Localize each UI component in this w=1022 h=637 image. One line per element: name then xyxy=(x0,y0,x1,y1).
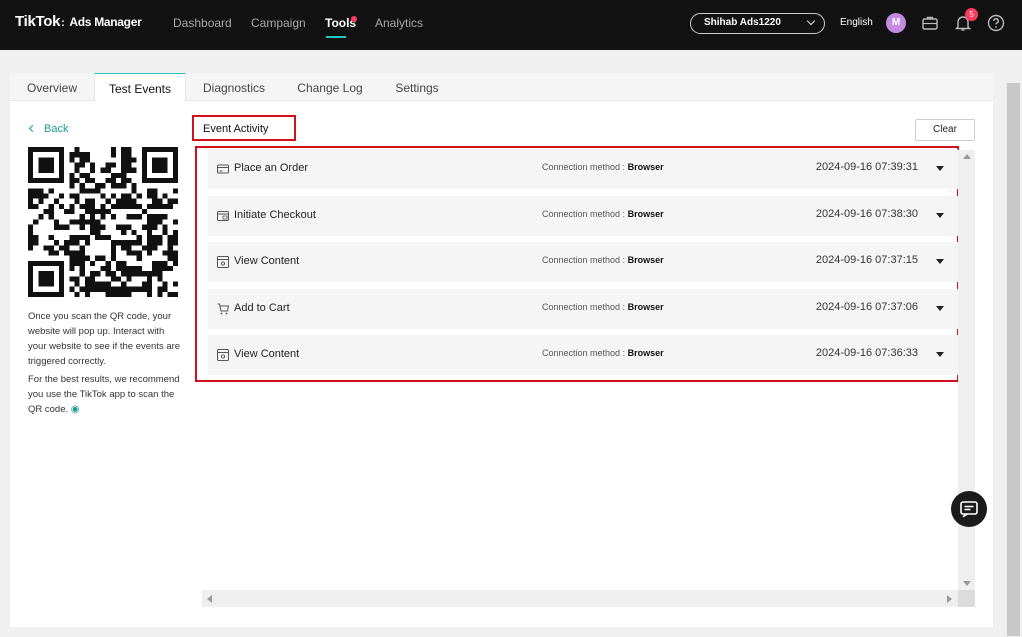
caret-down-icon[interactable] xyxy=(936,306,944,311)
caret-down-icon[interactable] xyxy=(936,213,944,218)
caret-down-icon[interactable] xyxy=(936,352,944,357)
qr-recommend-text: For the best results, we recommend you u… xyxy=(28,374,180,415)
event-timestamp: 2024-09-16 07:37:06 xyxy=(815,301,918,313)
scroll-down-arrow-icon[interactable] xyxy=(963,581,971,586)
event-row[interactable]: Initiate Checkout Connection method : Br… xyxy=(208,196,958,236)
back-link[interactable]: Back xyxy=(28,123,69,135)
chat-support-button[interactable] xyxy=(951,491,987,527)
back-label: Back xyxy=(44,123,69,135)
logo-product: Ads Manager xyxy=(69,15,142,29)
event-timestamp: 2024-09-16 07:38:30 xyxy=(815,208,918,220)
tab-bar: Overview Test Events Diagnostics Change … xyxy=(10,73,993,102)
event-timestamp: 2024-09-16 07:37:15 xyxy=(815,254,918,266)
qr-instructions: Once you scan the QR code, your website … xyxy=(28,309,183,420)
event-name: View Content xyxy=(234,348,300,360)
connection-method: Connection method : Browser xyxy=(542,302,664,312)
cart-icon xyxy=(217,303,229,315)
scroll-up-arrow-icon[interactable] xyxy=(963,154,971,159)
language-selector[interactable]: English xyxy=(840,17,873,28)
tab-overview[interactable]: Overview xyxy=(10,73,94,101)
nav-active-indicator xyxy=(326,36,346,38)
event-row[interactable]: Place an Order Connection method : Brows… xyxy=(208,149,958,189)
event-list: Place an Order Connection method : Brows… xyxy=(195,146,959,382)
top-navigation-bar: TikTok: Ads Manager Dashboard Campaign T… xyxy=(0,0,1022,50)
connection-method: Connection method : Browser xyxy=(542,255,664,265)
event-name: View Content xyxy=(234,255,300,267)
caret-down-icon[interactable] xyxy=(936,259,944,264)
event-list-horizontal-scrollbar[interactable] xyxy=(202,590,958,607)
tiktok-ads-manager-logo[interactable]: TikTok: Ads Manager xyxy=(15,13,142,30)
test-events-card: Overview Test Events Diagnostics Change … xyxy=(10,73,993,627)
clear-button[interactable]: Clear xyxy=(915,119,975,141)
logo-separator: : xyxy=(61,17,65,29)
avatar[interactable]: M xyxy=(886,13,906,33)
event-activity-title: Event Activity xyxy=(192,115,296,141)
card-icon xyxy=(217,164,229,174)
checkout-icon xyxy=(217,211,229,221)
scrollbar-corner xyxy=(958,590,975,607)
event-name: Initiate Checkout xyxy=(234,209,316,221)
tab-settings[interactable]: Settings xyxy=(378,73,456,101)
window-scrollbar[interactable] xyxy=(1005,50,1022,637)
chat-icon xyxy=(960,501,978,518)
connection-method: Connection method : Browser xyxy=(542,162,664,172)
event-row[interactable]: Add to Cart Connection method : Browser … xyxy=(208,289,958,329)
chevron-down-icon xyxy=(806,16,816,26)
event-name: Add to Cart xyxy=(234,302,290,314)
account-selector[interactable]: Shihab Ads1220 xyxy=(690,13,825,34)
event-name: Place an Order xyxy=(234,162,308,174)
qr-instructions-recommend: For the best results, we recommend you u… xyxy=(28,372,183,417)
account-name: Shihab Ads1220 xyxy=(704,17,781,28)
nav-campaign[interactable]: Campaign xyxy=(251,16,306,30)
qr-code xyxy=(28,147,178,297)
event-row[interactable]: View Content Connection method : Browser… xyxy=(208,242,958,282)
qr-instructions-scan: Once you scan the QR code, your website … xyxy=(28,311,181,367)
logo-brand: TikTok xyxy=(15,13,61,30)
tab-change-log[interactable]: Change Log xyxy=(282,73,378,101)
eye-icon[interactable]: ◉ xyxy=(71,404,80,415)
view-content-icon xyxy=(217,256,229,268)
tab-diagnostics[interactable]: Diagnostics xyxy=(186,73,282,101)
nav-analytics[interactable]: Analytics xyxy=(375,16,423,30)
chevron-left-icon xyxy=(28,124,37,133)
nav-dashboard[interactable]: Dashboard xyxy=(173,16,232,30)
notification-badge: 5 xyxy=(965,8,978,21)
connection-method: Connection method : Browser xyxy=(542,348,664,358)
connection-method: Connection method : Browser xyxy=(542,209,664,219)
tools-notification-dot xyxy=(351,16,357,22)
caret-down-icon[interactable] xyxy=(936,166,944,171)
event-row[interactable]: View Content Connection method : Browser… xyxy=(208,335,958,375)
briefcase-icon[interactable] xyxy=(921,14,939,32)
event-timestamp: 2024-09-16 07:39:31 xyxy=(815,161,918,173)
scroll-right-arrow-icon[interactable] xyxy=(947,595,952,603)
view-content-icon xyxy=(217,349,229,361)
window-scrollbar-thumb[interactable] xyxy=(1007,83,1020,636)
scroll-left-arrow-icon[interactable] xyxy=(207,595,212,603)
help-icon[interactable] xyxy=(987,14,1005,32)
event-timestamp: 2024-09-16 07:36:33 xyxy=(815,347,918,359)
tab-test-events[interactable]: Test Events xyxy=(94,73,186,102)
